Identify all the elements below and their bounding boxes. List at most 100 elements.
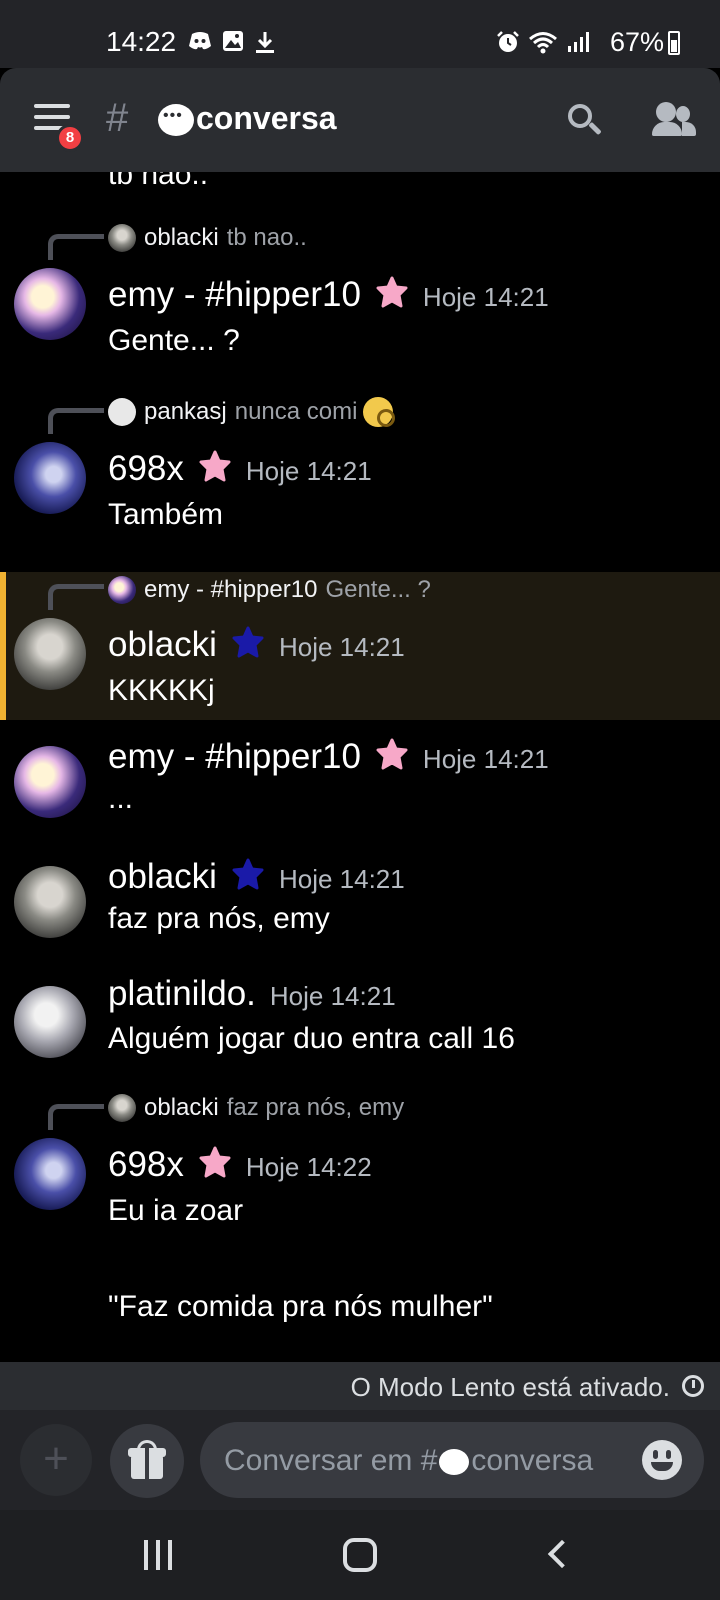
- timestamp: Hoje 14:21: [278, 632, 405, 662]
- message[interactable]: pankasj nunca comi 698x Hoje 14:21 També…: [0, 394, 720, 544]
- message-header: oblacki Hoje 14:21: [108, 622, 405, 665]
- timestamp: Hoje 14:21: [245, 456, 372, 486]
- reply-connector: [48, 408, 104, 434]
- avatar[interactable]: [14, 866, 86, 938]
- message-content: Também: [108, 498, 224, 531]
- blue-flower-icon: [232, 858, 264, 890]
- message-header: emy - #hipper10 Hoje 14:21: [108, 734, 549, 777]
- message-header: 698x Hoje 14:21: [108, 446, 372, 489]
- avatar[interactable]: [14, 442, 86, 514]
- reply-text: Gente... ?: [325, 576, 431, 603]
- recent-apps-icon[interactable]: [144, 1540, 174, 1570]
- author-name[interactable]: oblacki: [108, 857, 217, 897]
- channel-title[interactable]: conversa: [196, 100, 337, 137]
- discord-icon: [189, 32, 211, 50]
- back-icon[interactable]: [547, 1539, 577, 1569]
- reply-author: pankasj: [144, 398, 227, 425]
- members-icon[interactable]: [652, 102, 696, 138]
- image-icon: [223, 31, 243, 51]
- timestamp: Hoje 14:21: [278, 864, 405, 894]
- message-content: faz pra nós, emy: [108, 902, 330, 935]
- slow-mode-bar: O Modo Lento está ativado.: [0, 1362, 720, 1410]
- pink-flower-icon: [199, 1146, 231, 1178]
- reply-preview[interactable]: oblacki faz pra nós, emy: [108, 1092, 404, 1124]
- channel-header: 8 # conversa: [0, 68, 720, 172]
- message[interactable]: oblacki faz pra nós, emy 698x Hoje 14:22…: [0, 1090, 720, 1362]
- message-content: KKKKKj: [108, 674, 215, 707]
- status-bar: 14:22 67%: [0, 0, 720, 68]
- emoji-picker-icon[interactable]: [642, 1440, 682, 1480]
- author-name[interactable]: 698x: [108, 449, 184, 489]
- author-name[interactable]: 698x: [108, 1145, 184, 1185]
- timestamp: Hoje 14:21: [422, 282, 549, 312]
- timestamp: Hoje 14:21: [269, 981, 396, 1011]
- reply-connector: [48, 584, 104, 610]
- reply-author: oblacki: [144, 224, 219, 251]
- message-content: ...: [108, 782, 134, 815]
- avatar: [108, 224, 136, 252]
- timestamp: Hoje 14:22: [245, 1152, 372, 1182]
- reply-author: oblacki: [144, 1094, 219, 1121]
- reply-preview[interactable]: oblacki tb nao..: [108, 222, 307, 254]
- hash-icon: #: [106, 96, 129, 140]
- avatar[interactable]: [14, 268, 86, 340]
- author-name[interactable]: platinildo.: [108, 974, 256, 1014]
- message[interactable]: emy - #hipper10 Hoje 14:21 ...: [0, 732, 720, 842]
- reply-text: faz pra nós, emy: [226, 1094, 405, 1121]
- message-list[interactable]: tb nao.. oblacki tb nao.. emy - #hipper1…: [0, 172, 720, 1362]
- download-icon: [256, 32, 274, 53]
- gift-icon[interactable]: [110, 1424, 184, 1498]
- timestamp: Hoje 14:21: [422, 744, 549, 774]
- author-name[interactable]: emy - #hipper10: [108, 275, 361, 315]
- status-system-icons: [496, 30, 590, 54]
- message-header: emy - #hipper10 Hoje 14:21: [108, 272, 549, 315]
- add-attachment-button[interactable]: +: [20, 1424, 92, 1496]
- avatar[interactable]: [14, 618, 86, 690]
- message-composer: + Conversar em # conversa: [0, 1410, 720, 1510]
- blue-flower-icon: [232, 626, 264, 658]
- message-header: 698x Hoje 14:22: [108, 1142, 372, 1185]
- message[interactable]: platinildo. Hoje 14:21 Alguém jogar duo …: [0, 972, 720, 1082]
- timer-icon: [682, 1375, 704, 1397]
- avatar: [108, 1094, 136, 1122]
- battery-icon: [668, 31, 680, 55]
- message-header: platinildo. Hoje 14:21: [108, 974, 396, 1014]
- message-content-line: "Faz comida pra nós mulher": [108, 1290, 493, 1323]
- reply-preview[interactable]: pankasj nunca comi: [108, 396, 396, 428]
- author-name[interactable]: emy - #hipper10: [108, 737, 361, 777]
- message-content: Alguém jogar duo entra call 16: [108, 1022, 515, 1055]
- message-content-line: Eu ia zoar: [108, 1194, 244, 1227]
- message-highlighted[interactable]: emy - #hipper10 Gente... ? oblacki Hoje …: [0, 572, 720, 720]
- message-input[interactable]: Conversar em # conversa: [200, 1422, 704, 1498]
- status-time: 14:22: [106, 26, 177, 57]
- monocle-face-icon: [363, 397, 396, 427]
- reply-connector: [48, 234, 104, 260]
- reply-preview[interactable]: emy - #hipper10 Gente... ?: [108, 574, 431, 606]
- message[interactable]: oblacki Hoje 14:21 faz pra nós, emy: [0, 852, 720, 962]
- message[interactable]: oblacki tb nao.. emy - #hipper10 Hoje 14…: [0, 220, 720, 370]
- reply-connector: [48, 1104, 104, 1130]
- avatar[interactable]: [14, 746, 86, 818]
- avatar[interactable]: [14, 986, 86, 1058]
- signal-icon: [568, 32, 589, 52]
- avatar[interactable]: [14, 1138, 86, 1210]
- battery-percent: 67%: [609, 27, 664, 57]
- message-input-placeholder: Conversar em # conversa: [224, 1444, 594, 1477]
- mention-count-badge: 8: [56, 124, 84, 152]
- system-nav-bar: [0, 1510, 720, 1600]
- search-icon[interactable]: [566, 102, 602, 138]
- pink-flower-icon: [376, 738, 408, 770]
- avatar: [108, 576, 136, 604]
- status-notification-icons: [188, 30, 276, 54]
- slow-mode-text: O Modo Lento está ativado.: [350, 1372, 670, 1402]
- speech-bubble-icon: [439, 1449, 470, 1476]
- reply-text: tb nao..: [226, 224, 307, 251]
- pink-flower-icon: [199, 450, 231, 482]
- home-icon[interactable]: [343, 1538, 377, 1572]
- wifi-icon: [529, 32, 557, 54]
- speech-bubble-icon: [158, 104, 194, 136]
- author-name[interactable]: oblacki: [108, 625, 217, 665]
- message-content: Gente... ?: [108, 324, 240, 357]
- reply-author: emy - #hipper10: [144, 576, 318, 603]
- pink-flower-icon: [376, 276, 408, 308]
